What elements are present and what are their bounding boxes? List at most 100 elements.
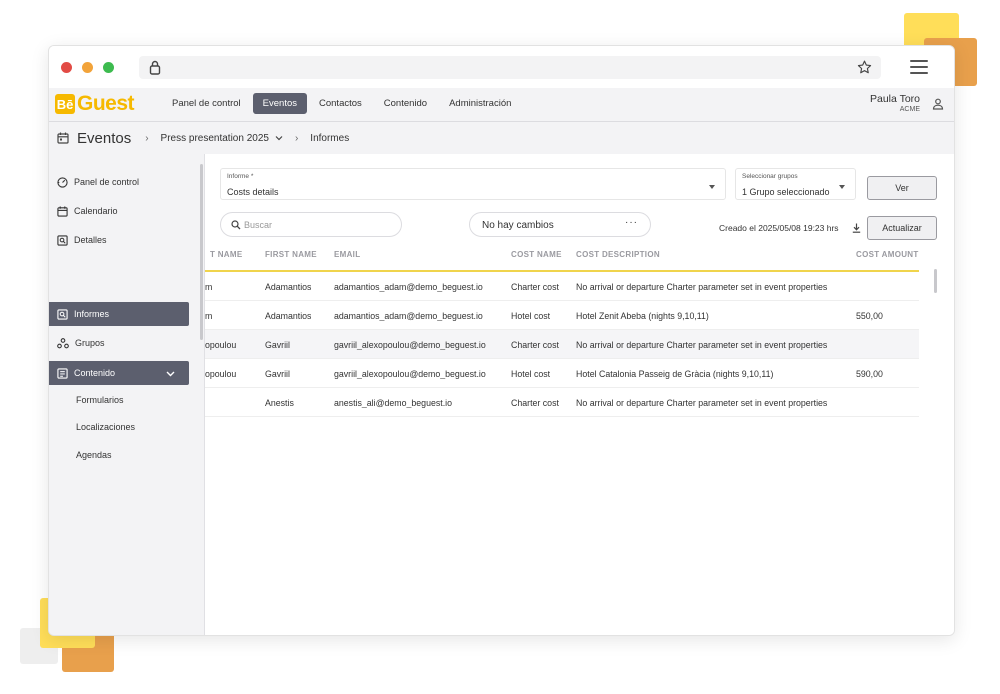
- maximize-window-dot[interactable]: [103, 62, 114, 73]
- breadcrumb: Eventos › Press presentation 2025 › Info…: [49, 122, 954, 154]
- cell-email: gavriil_alexopoulou@demo_beguest.io: [334, 369, 486, 379]
- nav-item-contenido[interactable]: Contenido: [374, 93, 437, 114]
- groups-select[interactable]: Seleccionar grupos 1 Grupo seleccionado: [735, 168, 856, 200]
- sidebar-item-grupos[interactable]: Grupos: [49, 331, 189, 355]
- table-row[interactable]: Anestis anestis_ali@demo_beguest.io Char…: [205, 388, 919, 417]
- user-icon[interactable]: [932, 98, 944, 110]
- column-header-cost-amount[interactable]: COST AMOUNT: [856, 250, 919, 259]
- table-row[interactable]: m Adamantios adamantios_adam@demo_begues…: [205, 272, 919, 301]
- chevron-right-icon: ›: [145, 132, 149, 144]
- star-icon[interactable]: [856, 59, 873, 76]
- logo-wordmark: Guest: [77, 92, 135, 115]
- cell-cost-name: Charter cost: [511, 282, 559, 292]
- caret-down-icon: [839, 185, 845, 189]
- table-scrollbar[interactable]: [934, 269, 937, 293]
- groups-select-label: Seleccionar grupos: [742, 173, 798, 180]
- calendar-icon: [57, 205, 68, 217]
- created-timestamp: Creado el 2025/05/08 19:23 hrs: [719, 223, 839, 233]
- column-header-cost-description[interactable]: COST DESCRIPTION: [576, 250, 660, 259]
- sidebar-scrollbar[interactable]: [200, 164, 203, 340]
- user-menu[interactable]: Paula Toro ACME: [870, 93, 920, 113]
- nav-item-panel-de-control[interactable]: Panel de control: [162, 93, 251, 114]
- cell-last-name: opoulou: [205, 369, 237, 379]
- column-header-first-name[interactable]: FIRST NAME: [265, 250, 317, 259]
- browser-window: Bē Guest Panel de control Eventos Contac…: [48, 45, 955, 636]
- cell-cost-name: Charter cost: [511, 398, 559, 408]
- costs-table: T NAME FIRST NAME EMAIL COST NAME COST D…: [205, 242, 938, 422]
- table-row[interactable]: m Adamantios adamantios_adam@demo_begues…: [205, 301, 919, 330]
- column-header-email[interactable]: EMAIL: [334, 250, 360, 259]
- page-title[interactable]: Eventos: [77, 130, 131, 147]
- chevron-down-icon[interactable]: [166, 369, 175, 378]
- hamburger-icon[interactable]: [910, 60, 928, 74]
- groups-icon: [57, 337, 69, 348]
- download-icon[interactable]: [852, 223, 861, 233]
- chevron-right-icon: ›: [294, 132, 299, 144]
- sidebar-subitem-formularios[interactable]: Formularios: [76, 395, 124, 405]
- cell-cost-name: Hotel cost: [511, 369, 551, 379]
- cell-first-name: Adamantios: [265, 311, 312, 321]
- cell-cost-amount: 550,00: [856, 311, 883, 321]
- sidebar-subitem-agendas[interactable]: Agendas: [76, 450, 112, 460]
- cell-cost-description: Hotel Zenit Abeba (nights 9,10,11): [576, 311, 709, 321]
- sidebar-item-label: Contenido: [74, 368, 116, 378]
- column-header-last-name[interactable]: T NAME: [210, 250, 242, 259]
- cell-email: gavriil_alexopoulou@demo_beguest.io: [334, 340, 486, 350]
- more-options-icon[interactable]: ···: [625, 217, 638, 228]
- sidebar-item-label: Panel de control: [74, 177, 140, 187]
- nav-item-contactos[interactable]: Contactos: [309, 93, 372, 114]
- update-button[interactable]: Actualizar: [867, 216, 937, 240]
- sidebar-item-label: Detalles: [74, 235, 107, 245]
- logo-mark: Bē: [55, 94, 75, 114]
- address-bar[interactable]: [139, 56, 881, 79]
- table-row[interactable]: opoulou Gavriil gavriil_alexopoulou@demo…: [205, 330, 919, 359]
- cell-cost-name: Hotel cost: [511, 311, 551, 321]
- search-input[interactable]: [244, 217, 394, 233]
- cell-cost-description: No arrival or departure Charter paramete…: [576, 282, 828, 292]
- close-window-dot[interactable]: [61, 62, 72, 73]
- column-header-cost-name[interactable]: COST NAME: [511, 250, 562, 259]
- cell-last-name: m: [205, 311, 213, 321]
- changes-status-text: No hay cambios: [482, 220, 554, 231]
- user-org: ACME: [899, 106, 920, 113]
- cell-last-name: m: [205, 282, 213, 292]
- table-row[interactable]: opoulou Gavriil gavriil_alexopoulou@demo…: [205, 359, 919, 388]
- cell-first-name: Gavriil: [265, 369, 290, 379]
- cell-first-name: Anestis: [265, 398, 294, 408]
- report-select[interactable]: Informe * Costs details: [220, 168, 726, 200]
- report-select-label: Informe *: [227, 173, 254, 180]
- sidebar-item-label: Calendario: [74, 206, 118, 216]
- search-box[interactable]: [220, 212, 402, 237]
- sidebar-item-detalles[interactable]: Detalles: [49, 228, 189, 252]
- view-button[interactable]: Ver: [867, 176, 937, 200]
- details-icon: [57, 234, 68, 246]
- browser-chrome: [49, 46, 954, 88]
- caret-down-icon: [709, 185, 715, 189]
- user-name: Paula Toro: [869, 93, 920, 105]
- cell-cost-name: Charter cost: [511, 340, 559, 350]
- changes-status: No hay cambios ···: [469, 212, 651, 237]
- breadcrumb-page: Informes: [310, 132, 350, 144]
- beguest-logo[interactable]: Bē Guest: [55, 92, 135, 116]
- cell-email: anestis_ali@demo_beguest.io: [334, 398, 452, 408]
- groups-select-value: 1 Grupo seleccionado: [742, 187, 830, 197]
- sidebar-subitem-localizaciones[interactable]: Localizaciones: [76, 422, 135, 432]
- sidebar-item-contenido[interactable]: Contenido: [49, 361, 189, 385]
- lock-icon: [149, 60, 161, 75]
- nav-item-eventos[interactable]: Eventos: [252, 93, 307, 114]
- cell-cost-amount: 590,00: [856, 369, 883, 379]
- sidebar-item-panel-de-control[interactable]: Panel de control: [49, 170, 189, 194]
- calendar-icon: [57, 132, 69, 144]
- sidebar-item-calendario[interactable]: Calendario: [49, 199, 189, 223]
- main-content: Informe * Costs details Seleccionar grup…: [205, 154, 954, 635]
- sidebar-item-informes[interactable]: Informes: [49, 302, 189, 326]
- top-navigation: Bē Guest Panel de control Eventos Contac…: [49, 88, 954, 122]
- chevron-down-icon[interactable]: [275, 134, 283, 142]
- breadcrumb-event[interactable]: Press presentation 2025: [161, 133, 269, 144]
- cell-email: adamantios_adam@demo_beguest.io: [334, 311, 483, 321]
- cell-cost-description: Hotel Catalonia Passeig de Gràcia (night…: [576, 369, 774, 379]
- dashboard-icon: [57, 176, 68, 188]
- nav-item-administracion[interactable]: Administración: [439, 93, 521, 114]
- cell-last-name: opoulou: [205, 340, 237, 350]
- minimize-window-dot[interactable]: [82, 62, 93, 73]
